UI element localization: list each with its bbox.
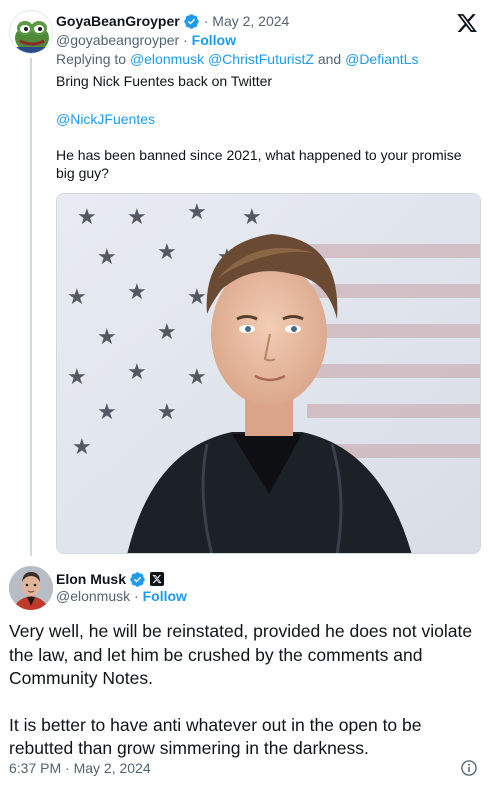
svg-text:★: ★ (127, 360, 147, 385)
svg-text:★: ★ (157, 320, 177, 345)
separator-dot: · (134, 588, 143, 604)
svg-text:★: ★ (157, 400, 177, 425)
follow-button[interactable]: Follow (192, 32, 236, 48)
svg-text:★: ★ (127, 205, 147, 230)
tweet-photo[interactable]: ★★★★ ★★★ ★★★ ★★ ★★★ ★★ ★ (56, 193, 481, 554)
main-tweet-text: Very well, he will be reinstated, provid… (9, 620, 481, 761)
x-affiliate-badge-icon[interactable] (150, 572, 165, 586)
main-handle-row: @elonmusk · Follow (56, 588, 187, 604)
main-follow-button[interactable]: Follow (143, 588, 187, 604)
separator-dot: · (183, 32, 192, 48)
pepe-frog-avatar-icon (10, 11, 52, 53)
svg-text:★: ★ (72, 435, 92, 460)
replying-to-and: and (317, 51, 342, 67)
quoted-text-line3: He has been banned since 2021, what happ… (56, 147, 462, 181)
quoted-handle-row: @goyabeangroyper · Follow (56, 32, 236, 48)
info-icon[interactable] (460, 759, 478, 777)
verified-badge-icon (130, 571, 145, 587)
quoted-text-mention[interactable]: @NickJFuentes (56, 110, 155, 128)
tweet-date[interactable]: · May 2, 2024 (204, 13, 290, 29)
main-author-name[interactable]: Elon Musk (56, 571, 126, 587)
tweet-date-text: May 2, 2024 (212, 13, 290, 29)
thread-connector-line (30, 58, 32, 556)
quoted-text-line1: Bring Nick Fuentes back on Twitter (56, 73, 273, 89)
author-avatar[interactable] (9, 10, 53, 54)
verified-badge-icon (183, 13, 199, 29)
replying-to-label: Replying to (56, 51, 127, 67)
main-author-avatar[interactable] (9, 566, 53, 610)
svg-text:★: ★ (157, 240, 177, 265)
svg-text:★: ★ (97, 245, 117, 270)
svg-text:★: ★ (187, 200, 207, 225)
svg-text:★: ★ (67, 285, 87, 310)
main-tweet-paragraph1: Very well, he will be reinstated, provid… (9, 621, 473, 688)
photo-image: ★★★★ ★★★ ★★★ ★★ ★★★ ★★ ★ (57, 194, 480, 553)
svg-text:★: ★ (97, 400, 117, 425)
quoted-author-row: GoyaBeanGroyper · May 2, 2024 (56, 12, 289, 30)
author-handle[interactable]: @goyabeangroyper (56, 32, 179, 48)
svg-text:★: ★ (187, 365, 207, 390)
svg-text:★: ★ (242, 205, 262, 230)
main-author-handle[interactable]: @elonmusk (56, 588, 130, 604)
svg-text:★: ★ (67, 365, 87, 390)
author-name[interactable]: GoyaBeanGroyper (56, 13, 180, 29)
replying-to-last-mention[interactable]: @DefiantLs (345, 51, 418, 67)
replying-to-line: Replying to @elonmusk @ChristFuturistZ a… (56, 51, 418, 67)
svg-text:★: ★ (97, 325, 117, 350)
svg-text:★: ★ (187, 285, 207, 310)
main-tweet-timestamp[interactable]: 6:37 PM · May 2, 2024 (9, 760, 151, 776)
x-logo-icon[interactable] (456, 12, 478, 34)
main-author-row: Elon Musk (56, 570, 165, 588)
replying-to-mentions[interactable]: @elonmusk @ChristFuturistZ (130, 51, 314, 67)
svg-text:★: ★ (77, 205, 97, 230)
elon-avatar-icon (9, 566, 53, 610)
svg-text:★: ★ (127, 280, 147, 305)
main-tweet-paragraph2: It is better to have anti whatever out i… (9, 714, 422, 759)
